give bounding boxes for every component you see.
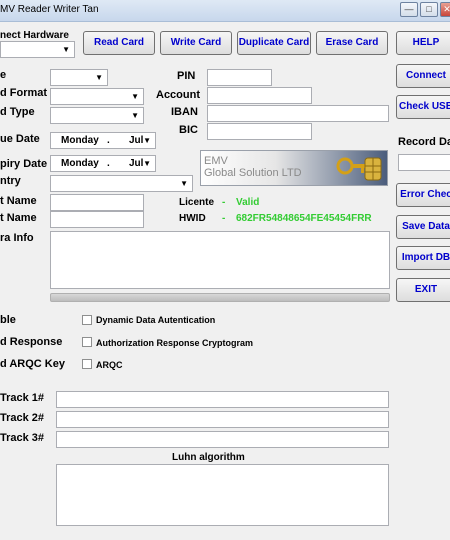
connect-button[interactable]: Connect bbox=[396, 64, 450, 88]
track1-label: Track 1# bbox=[0, 392, 45, 404]
type-label: e bbox=[0, 69, 7, 81]
issue-date-picker[interactable]: Monday . Jul ▼ bbox=[50, 132, 156, 149]
hwid-label: HWID bbox=[179, 213, 206, 224]
chevron-down-icon: ▼ bbox=[143, 136, 151, 145]
company-logo: EMV Global Solution LTD bbox=[200, 150, 388, 186]
track3-label: Track 3# bbox=[0, 432, 45, 444]
expiry-date-label: piry Date bbox=[0, 158, 48, 170]
luhn-label: Luhn algorithm bbox=[172, 452, 245, 463]
arqc-checkbox[interactable] bbox=[82, 359, 92, 369]
erase-card-button[interactable]: Erase Card bbox=[316, 31, 388, 55]
track2-field[interactable] bbox=[56, 411, 389, 428]
option-label-3: d ARQC Key bbox=[0, 358, 65, 370]
track2-label: Track 2# bbox=[0, 412, 45, 424]
help-button[interactable]: HELP bbox=[396, 31, 450, 55]
chevron-down-icon: ▼ bbox=[95, 73, 103, 82]
pin-label: PIN bbox=[177, 70, 196, 82]
minimize-button[interactable]: — bbox=[400, 2, 418, 17]
license-status: Valid bbox=[236, 197, 260, 208]
record-date-field[interactable] bbox=[398, 154, 450, 171]
arc-label: Authorization Response Cryptogram bbox=[96, 338, 254, 348]
last-name-label: t Name bbox=[0, 212, 37, 224]
hwid-dash: - bbox=[222, 213, 226, 224]
write-card-button[interactable]: Write Card bbox=[160, 31, 232, 55]
iban-label: IBAN bbox=[171, 106, 198, 118]
check-usb-button[interactable]: Check USB bbox=[396, 95, 450, 119]
chevron-down-icon: ▼ bbox=[62, 45, 70, 54]
bic-field[interactable] bbox=[207, 123, 312, 140]
country-label: ntry bbox=[0, 175, 21, 187]
track3-field[interactable] bbox=[56, 431, 389, 448]
arqc-label: ARQC bbox=[96, 360, 123, 370]
logo-line-2: Global Solution LTD bbox=[204, 167, 302, 179]
issue-date-label: ue Date bbox=[0, 133, 40, 145]
country-select[interactable]: ▼ bbox=[50, 175, 193, 192]
logo-line-1: EMV bbox=[204, 155, 228, 167]
option-label-2: d Response bbox=[0, 336, 63, 348]
close-button[interactable]: ✕ bbox=[440, 2, 450, 17]
account-label: Account bbox=[156, 89, 200, 101]
window-title: MV Reader Writer Tan bbox=[0, 4, 99, 15]
iban-field[interactable] bbox=[207, 105, 389, 122]
maximize-button[interactable]: □ bbox=[420, 2, 438, 17]
luhn-output[interactable] bbox=[56, 464, 389, 526]
pin-field[interactable] bbox=[207, 69, 272, 86]
expiry-date-picker[interactable]: Monday . Jul ▼ bbox=[50, 155, 156, 172]
extra-info-field[interactable] bbox=[50, 231, 390, 289]
connect-hardware-select[interactable]: ▼ bbox=[0, 41, 75, 58]
import-db-button[interactable]: Import DB bbox=[396, 246, 450, 270]
bic-label: BIC bbox=[179, 124, 198, 136]
error-check-button[interactable]: Error Chec bbox=[396, 183, 450, 207]
account-field[interactable] bbox=[207, 87, 312, 104]
title-bar: MV Reader Writer Tan — □ ✕ bbox=[0, 0, 450, 22]
type-select[interactable]: ▼ bbox=[50, 69, 108, 86]
chevron-down-icon: ▼ bbox=[143, 159, 151, 168]
card-format-label: d Format bbox=[0, 87, 48, 99]
read-card-button[interactable]: Read Card bbox=[83, 31, 155, 55]
connect-hardware-label: nect Hardware bbox=[0, 30, 69, 41]
exit-button[interactable]: EXIT bbox=[396, 278, 450, 302]
track1-field[interactable] bbox=[56, 391, 389, 408]
dda-label: Dynamic Data Autentication bbox=[96, 315, 216, 325]
chevron-down-icon: ▼ bbox=[180, 179, 188, 188]
key-chip-icon bbox=[336, 157, 382, 181]
duplicate-card-button[interactable]: Duplicate Card bbox=[237, 31, 311, 55]
arc-checkbox[interactable] bbox=[82, 337, 92, 347]
first-name-field[interactable] bbox=[50, 194, 144, 211]
record-date-label: Record Da bbox=[398, 136, 450, 148]
dda-checkbox[interactable] bbox=[82, 315, 92, 325]
card-type-select[interactable]: ▼ bbox=[50, 107, 144, 124]
last-name-field[interactable] bbox=[50, 211, 144, 228]
hwid-value: 682FR54848654FE45454FRR bbox=[236, 213, 372, 224]
progress-bar bbox=[50, 293, 390, 302]
chevron-down-icon: ▼ bbox=[131, 92, 139, 101]
first-name-label: t Name bbox=[0, 195, 37, 207]
license-dash: - bbox=[222, 197, 226, 208]
card-format-select[interactable]: ▼ bbox=[50, 88, 144, 105]
option-label-1: ble bbox=[0, 314, 16, 326]
license-label: Licente bbox=[179, 197, 215, 208]
save-data-button[interactable]: Save Data bbox=[396, 215, 450, 239]
extra-info-label: ra Info bbox=[0, 232, 34, 244]
card-type-label: d Type bbox=[0, 106, 35, 118]
chevron-down-icon: ▼ bbox=[131, 111, 139, 120]
